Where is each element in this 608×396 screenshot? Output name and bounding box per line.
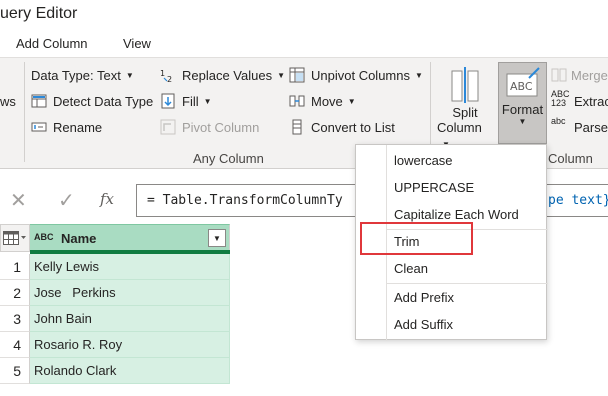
text-type-icon[interactable]: ABC [34, 232, 54, 242]
parse-dropdown[interactable]: Parse [574, 117, 608, 137]
unpivot-columns-dropdown[interactable]: Unpivot Columns ▼ [289, 65, 423, 85]
menu-item-capitalize-each-word[interactable]: Capitalize Each Word [394, 207, 519, 222]
format-button-content[interactable]: ABC Format ▼ [498, 66, 547, 126]
chevron-down-icon: ▼ [277, 70, 286, 80]
chevron-down-icon: ▼ [125, 70, 134, 80]
fill-label: Fill [182, 93, 199, 109]
table-cell[interactable]: Kelly Lewis [30, 254, 230, 280]
replace-values-label: Replace Values [182, 67, 273, 83]
convert-to-list-label: Convert to List [311, 119, 395, 135]
fill-down-icon [161, 93, 175, 109]
replace-values-icon: 12 [160, 69, 172, 83]
pivot-column-label: Pivot Column [182, 119, 260, 135]
chevron-down-icon: ▼ [347, 96, 356, 106]
table-cell[interactable]: Rolando Clark [30, 358, 230, 384]
parse-icon: abc [551, 116, 566, 126]
detect-data-type-button[interactable]: Detect Data Type [31, 91, 153, 111]
table-cell[interactable]: John Bain [30, 306, 230, 332]
format-label: Format [501, 102, 544, 117]
rename-button[interactable]: Rename [31, 117, 102, 137]
menu-item-uppercase[interactable]: UPPERCASE [394, 180, 474, 195]
chevron-down-icon: ▼ [203, 96, 212, 106]
data-type-dropdown[interactable]: Data Type: Text ▼ [31, 65, 134, 85]
rename-label: Rename [53, 119, 103, 135]
tab-view[interactable]: View [123, 36, 151, 51]
convert-to-list-button[interactable]: Convert to List [289, 117, 395, 137]
row-number[interactable]: 5 [0, 358, 30, 384]
split-column-icon [451, 67, 479, 103]
tab-add-column[interactable]: Add Column [16, 36, 88, 51]
table-cell[interactable]: Rosario R. Roy [30, 332, 230, 358]
table-menu-button[interactable] [0, 224, 30, 252]
merge-columns-label: Merge [571, 67, 608, 83]
confirm-formula-button[interactable]: ✓ [58, 188, 75, 213]
split-column-button[interactable]: Split Column▼ [437, 65, 493, 150]
fx-icon[interactable]: fx [100, 190, 114, 208]
table-cell[interactable]: Jose Perkins [30, 280, 230, 306]
formula-text: = Table.TransformColumnTy [147, 193, 343, 208]
extract-icon: ABC 123 [551, 89, 570, 108]
cancel-formula-button[interactable]: ✕ [10, 188, 27, 213]
parse-label: Parse [574, 119, 608, 135]
group-label-any-column: Any Column [193, 151, 264, 166]
rename-icon [31, 122, 47, 132]
trim-highlight-box [360, 222, 473, 255]
pivot-column-icon [160, 119, 176, 135]
menu-item-lowercase[interactable]: lowercase [394, 153, 453, 168]
convert-to-list-icon [292, 119, 302, 135]
column-header-name[interactable]: ABC Name ▼ [30, 224, 230, 252]
data-type-label: Data Type: Text [31, 67, 121, 83]
menu-divider [386, 283, 548, 284]
unpivot-columns-icon [289, 67, 305, 83]
ribbon-separator [24, 62, 25, 162]
move-dropdown[interactable]: Move ▼ [289, 91, 356, 111]
row-number[interactable]: 3 [0, 306, 30, 332]
svg-text:ABC: ABC [510, 80, 533, 93]
pivot-column-button[interactable]: Pivot Column [160, 117, 259, 137]
unpivot-columns-label: Unpivot Columns [311, 67, 410, 83]
row-number[interactable]: 1 [0, 254, 30, 280]
group-label-text-column: Column [548, 151, 593, 166]
menu-item-add-suffix[interactable]: Add Suffix [394, 317, 453, 332]
fill-dropdown[interactable]: Fill ▼ [160, 91, 212, 111]
extract-label: Extrac [574, 93, 608, 109]
chevron-down-icon: ▼ [415, 70, 423, 80]
chevron-down-icon: ▼ [213, 234, 221, 243]
move-icon [289, 95, 305, 107]
detect-data-type-label: Detect Data Type [53, 93, 154, 109]
table-icon [3, 231, 26, 245]
row-number[interactable]: 4 [0, 332, 30, 358]
window-title: uery Editor [0, 5, 78, 22]
column-filter-button[interactable]: ▼ [208, 229, 226, 247]
svg-text:2: 2 [167, 75, 172, 83]
menu-item-add-prefix[interactable]: Add Prefix [394, 290, 454, 305]
split-column-label-1: Split [452, 105, 478, 120]
chevron-down-icon: ▼ [518, 117, 527, 126]
svg-text:1: 1 [160, 69, 165, 78]
replace-values-dropdown[interactable]: 12 Replace Values ▼ [160, 65, 285, 85]
formula-tail: pe text} [548, 184, 608, 217]
detect-data-type-icon [31, 94, 47, 108]
ribbon-cut-label: ws [0, 93, 16, 109]
column-header-label: Name [61, 231, 97, 246]
move-label: Move [311, 93, 343, 109]
format-text-icon: ABC [506, 67, 540, 97]
row-number[interactable]: 2 [0, 280, 30, 306]
merge-columns-icon [551, 68, 567, 82]
menu-item-clean[interactable]: Clean [394, 261, 428, 276]
extract-dropdown[interactable]: Extrac [574, 91, 608, 111]
merge-columns-button[interactable]: Merge [551, 65, 608, 85]
